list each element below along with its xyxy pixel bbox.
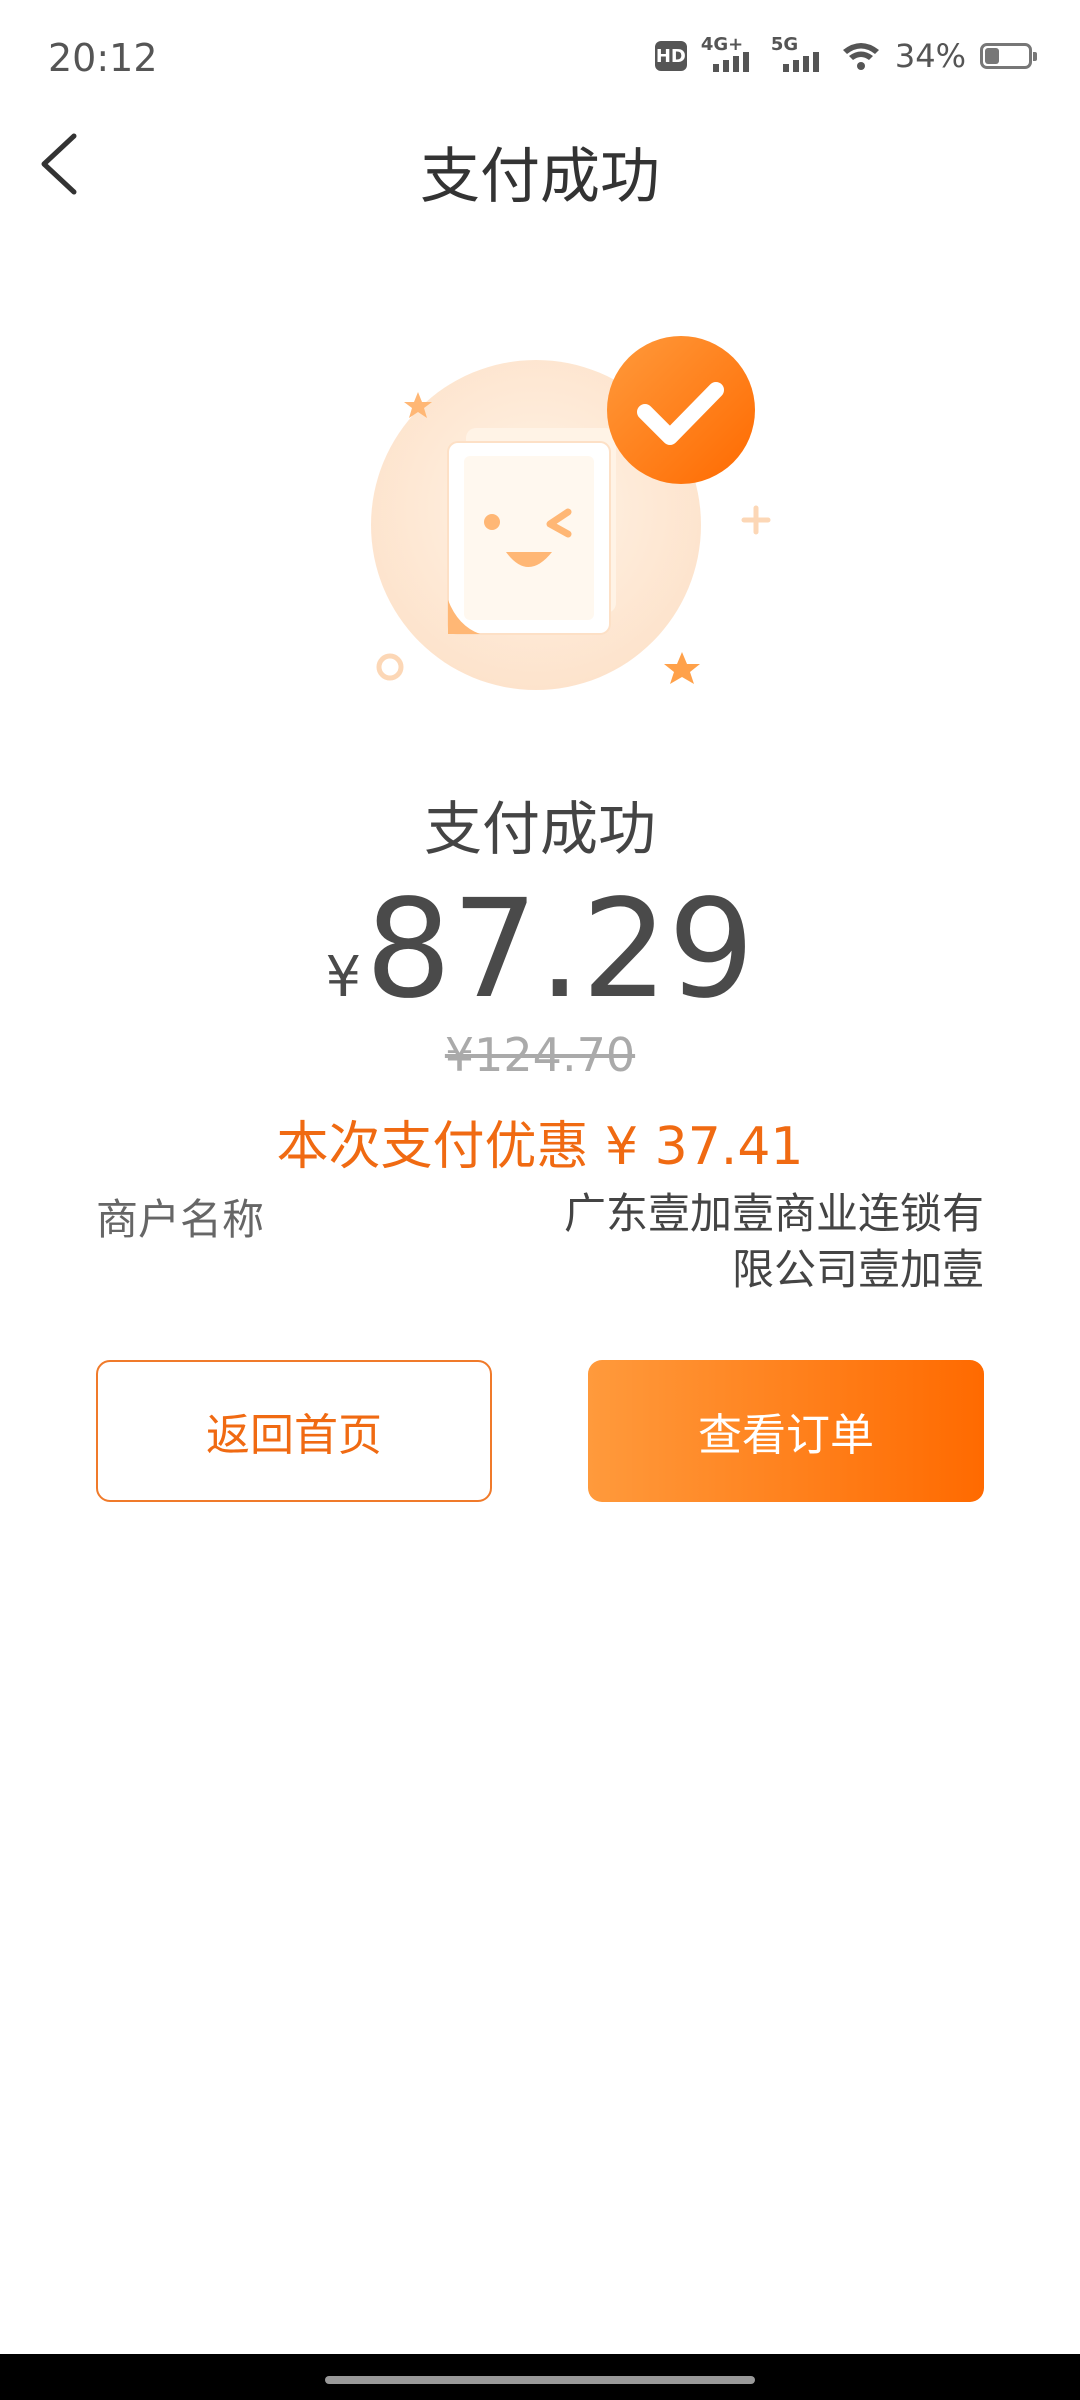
merchant-name: 广东壹加壹商业连锁有限公司壹加壹 [564,1189,985,1294]
page-title: 支付成功 [420,142,660,212]
discount-text: 本次支付优惠 ¥ 37.41 [276,1117,804,1177]
battery-icon [980,43,1037,69]
system-nav-bar [0,2354,1080,2400]
status-icons: HD 4G+ 5G 34% [654,34,1037,78]
currency-symbol: ¥ [325,945,362,1010]
battery-percent: 34% [894,37,966,75]
payment-success-illustration [371,336,771,690]
nav-bar: 支付成功 [0,110,1080,220]
amount-value: 87.29 [365,871,755,1029]
view-order-button[interactable]: 查看订单 [588,1360,984,1502]
wifi-icon [842,43,879,70]
merchant-label: 商户名称 [96,1195,265,1244]
paid-amount: ¥87.29 [0,880,1080,1020]
status-bar: 20:12 HD 4G+ 5G 34% [0,0,1080,110]
original-price: ¥124.70 [444,1028,636,1082]
status-time: 20:12 [48,36,158,80]
signal-icon-sim2: 5G [771,34,827,76]
result-title: 支付成功 [423,795,656,863]
hd-icon: HD [654,41,687,71]
home-indicator[interactable] [325,2376,755,2384]
return-home-button[interactable]: 返回首页 [96,1360,492,1502]
signal-icon-sim1: 4G+ [701,34,757,76]
